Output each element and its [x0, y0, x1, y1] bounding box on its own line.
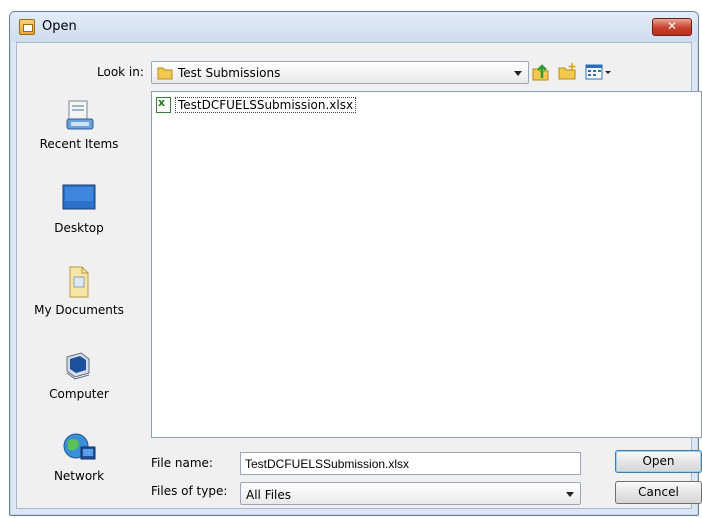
recent-items-icon — [59, 97, 99, 133]
dialog-body: Look in: Test Submissions Recent Items D… — [16, 42, 702, 509]
look-in-value: Test Submissions — [178, 66, 281, 80]
files-of-type-label: Files of type: — [151, 484, 228, 498]
list-item[interactable]: TestDCFUELSSubmission.xlsx — [156, 96, 357, 114]
excel-file-icon — [156, 96, 171, 113]
open-dialog: Open ✕ Look in: Test Submissions Recent … — [9, 11, 702, 516]
file-list[interactable]: TestDCFUELSSubmission.xlsx — [151, 91, 702, 438]
computer-icon — [59, 347, 99, 383]
chevron-down-icon[interactable] — [566, 492, 574, 497]
java-app-icon — [19, 19, 35, 35]
place-my-documents[interactable]: My Documents — [17, 263, 141, 317]
title-bar[interactable]: Open ✕ — [10, 12, 698, 42]
place-label: Recent Items — [39, 137, 119, 151]
place-label: Network — [53, 469, 105, 483]
place-label: My Documents — [34, 303, 124, 317]
look-in-label: Look in: — [97, 65, 144, 79]
files-of-type-combo[interactable]: All Files — [240, 482, 581, 505]
cancel-button[interactable]: Cancel — [615, 481, 702, 504]
place-desktop[interactable]: Desktop — [17, 181, 141, 235]
place-recent-items[interactable]: Recent Items — [17, 97, 141, 151]
my-documents-icon — [59, 263, 99, 299]
new-folder-icon[interactable] — [557, 62, 579, 82]
place-label: Desktop — [54, 221, 104, 235]
place-computer[interactable]: Computer — [17, 347, 141, 401]
chevron-down-icon[interactable] — [514, 71, 522, 76]
network-icon — [59, 429, 99, 465]
file-name-label: File name: — [151, 456, 213, 470]
look-in-combo[interactable]: Test Submissions — [151, 61, 529, 84]
files-of-type-value: All Files — [246, 488, 292, 502]
window-title: Open — [42, 19, 77, 34]
place-label: Computer — [49, 387, 109, 401]
up-one-level-icon[interactable] — [530, 62, 552, 82]
open-button[interactable]: Open — [615, 450, 702, 473]
file-name: TestDCFUELSSubmission.xlsx — [175, 97, 357, 113]
close-button[interactable]: ✕ — [652, 18, 692, 36]
desktop-icon — [59, 181, 99, 217]
folder-icon — [157, 66, 173, 83]
view-menu-icon[interactable] — [583, 62, 615, 82]
place-network[interactable]: Network — [17, 429, 141, 483]
places-bar: Recent Items Desktop My Documents Comput… — [17, 89, 141, 499]
file-name-field[interactable] — [240, 452, 581, 475]
